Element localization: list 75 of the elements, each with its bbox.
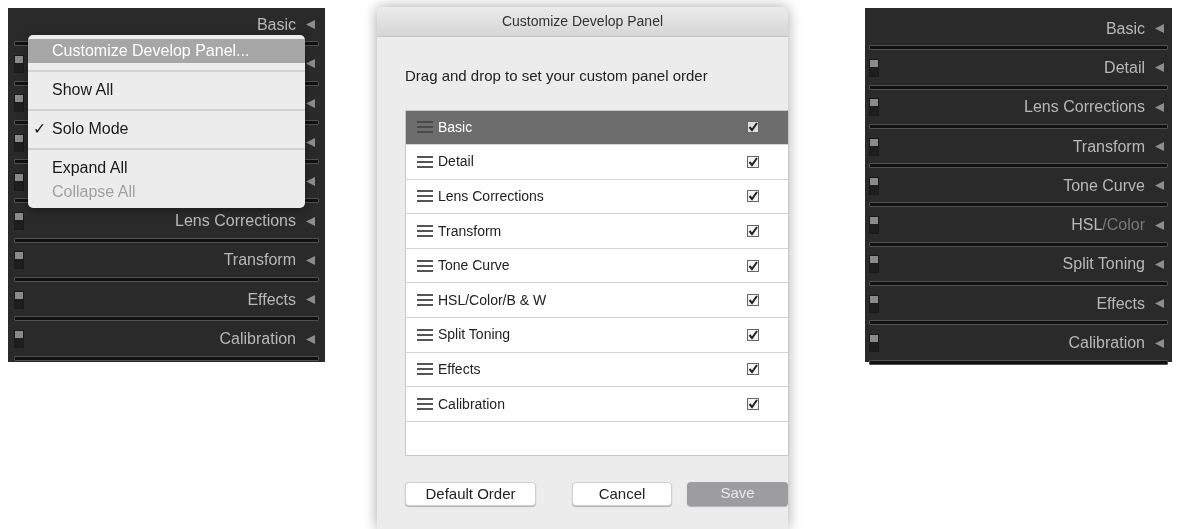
- menu-item[interactable]: Show All: [28, 78, 305, 102]
- panel-switch[interactable]: [869, 58, 879, 77]
- panel-switch[interactable]: [869, 294, 879, 313]
- panel-switch[interactable]: [14, 54, 24, 73]
- panel-title[interactable]: Lens Corrections: [1024, 99, 1145, 116]
- panel-switch[interactable]: [14, 172, 24, 191]
- checkbox[interactable]: [747, 328, 759, 341]
- instruction-text: Drag and drop to set your custom panel order: [405, 66, 709, 86]
- panel-switch[interactable]: [869, 216, 879, 235]
- collapse-arrow-icon[interactable]: [306, 59, 315, 69]
- panel-switch[interactable]: [869, 137, 879, 156]
- menu-item[interactable]: Expand All: [28, 156, 305, 180]
- panel-order-item[interactable]: Basic: [406, 110, 788, 146]
- drag-handle-icon[interactable]: [417, 398, 433, 411]
- panel-switch[interactable]: [869, 98, 879, 117]
- collapse-arrow-icon[interactable]: [306, 98, 315, 108]
- drag-handle-icon[interactable]: [417, 155, 433, 168]
- drag-handle-icon[interactable]: [417, 121, 433, 134]
- collapse-arrow-icon[interactable]: [1155, 181, 1164, 191]
- checkbox[interactable]: [747, 225, 759, 238]
- panel-switch[interactable]: [14, 330, 24, 348]
- panel-title[interactable]: Calibration: [1068, 335, 1145, 351]
- panel-title[interactable]: Basic: [1105, 20, 1145, 37]
- collapse-arrow-icon[interactable]: [1155, 220, 1164, 230]
- drag-handle-icon[interactable]: [417, 259, 433, 272]
- collapse-arrow-icon[interactable]: [1155, 299, 1164, 309]
- collapse-arrow-icon[interactable]: [306, 295, 315, 305]
- collapse-arrow-icon[interactable]: [1155, 338, 1164, 348]
- collapse-arrow-icon[interactable]: [306, 138, 315, 148]
- panel-switch[interactable]: [869, 176, 879, 195]
- checkbox[interactable]: [747, 363, 759, 376]
- panel-title[interactable]: Detail: [1104, 59, 1145, 76]
- dialog-button[interactable]: Cancel: [572, 481, 672, 506]
- panel-title[interactable]: Effects: [1096, 295, 1145, 312]
- collapse-arrow-icon[interactable]: [1155, 102, 1164, 112]
- menu-item[interactable]: ✓ Solo Mode: [28, 117, 305, 141]
- checkbox[interactable]: [747, 398, 759, 411]
- collapse-arrow-icon[interactable]: [306, 216, 315, 226]
- checkbox[interactable]: [747, 190, 759, 203]
- checkbox[interactable]: [747, 294, 759, 307]
- panel-switch[interactable]: [14, 290, 24, 309]
- collapse-arrow-icon[interactable]: [306, 20, 315, 30]
- panel-title[interactable]: HSL/Color: [1071, 217, 1145, 234]
- checkbox[interactable]: [747, 155, 759, 168]
- drag-handle-icon[interactable]: [417, 363, 433, 376]
- dialog-title: Customize Develop Panel: [377, 7, 788, 37]
- panel-title[interactable]: Tone Curve: [1063, 177, 1145, 194]
- collapse-arrow-icon[interactable]: [1155, 63, 1164, 73]
- collapse-arrow-icon[interactable]: [1155, 259, 1164, 269]
- panel-title[interactable]: Basic: [256, 16, 296, 33]
- drag-handle-icon[interactable]: [417, 328, 433, 341]
- collapse-arrow-icon[interactable]: [1155, 142, 1164, 152]
- panel-switch[interactable]: [869, 334, 879, 352]
- drag-handle-icon[interactable]: [417, 225, 433, 238]
- panel-switch[interactable]: [14, 251, 24, 270]
- dialog-button[interactable]: Default Order: [405, 481, 536, 506]
- collapse-arrow-icon[interactable]: [306, 255, 315, 265]
- panel-switch[interactable]: [14, 212, 24, 231]
- panel-title[interactable]: Transform: [223, 252, 296, 269]
- dialog-button: Save: [687, 481, 788, 506]
- panel-switch[interactable]: [14, 133, 24, 152]
- panel-title[interactable]: Calibration: [219, 331, 296, 347]
- drag-handle-icon[interactable]: [417, 190, 433, 203]
- panel-title[interactable]: Effects: [247, 291, 296, 308]
- collapse-arrow-icon[interactable]: [306, 334, 315, 344]
- panel-switch[interactable]: [14, 94, 24, 113]
- panel-title[interactable]: Transform: [1072, 138, 1145, 155]
- panel-switch[interactable]: [869, 255, 879, 274]
- checkbox[interactable]: [747, 259, 759, 272]
- checkbox[interactable]: [747, 121, 759, 134]
- panel-title[interactable]: Split Toning: [1062, 256, 1145, 273]
- panel-title[interactable]: Lens Corrections: [175, 213, 296, 230]
- collapse-arrow-icon[interactable]: [306, 177, 315, 187]
- collapse-arrow-icon[interactable]: [1155, 24, 1164, 34]
- drag-handle-icon[interactable]: [417, 294, 433, 307]
